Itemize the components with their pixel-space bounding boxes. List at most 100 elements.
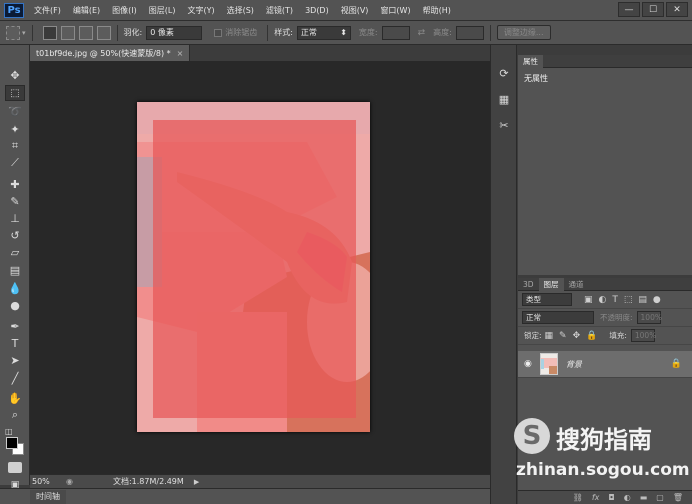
window-controls: — ☐ ✕ — [618, 2, 688, 17]
eraser-tool-icon[interactable]: ▱ — [5, 244, 25, 260]
pixel-filter-icon[interactable]: ▣ — [584, 295, 593, 305]
tools-presets-icon[interactable]: ✂ — [494, 115, 514, 135]
blend-mode-select[interactable]: 正常 — [522, 311, 594, 324]
pen-tool-icon[interactable]: ✒ — [5, 318, 25, 334]
new-group-icon[interactable]: ▬ — [640, 493, 648, 502]
minimize-button[interactable]: — — [618, 2, 640, 17]
document-canvas-image[interactable] — [137, 102, 370, 432]
lasso-tool-icon[interactable]: ➰ — [5, 103, 25, 119]
tools-panel: ✥ ⬚ ➰ ✦ ⌗ ⟋ ✚ ✎ ⊥ ↺ ▱ ▤ 💧 ● ✒ T ➤ ╱ ✋ ⌕ … — [0, 45, 30, 485]
layer-lock-row: 锁定: ▦ ✎ ✥ 🔒 填充: 100% — [518, 327, 692, 345]
crop-tool-icon[interactable]: ⌗ — [5, 138, 25, 154]
close-icon[interactable]: × — [177, 49, 184, 58]
watermark-url: zhinan.sogou.com — [516, 460, 690, 480]
menu-3d[interactable]: 3D(D) — [305, 6, 329, 15]
delete-layer-icon[interactable]: 🗑 — [673, 493, 683, 502]
add-to-selection-icon[interactable] — [60, 25, 75, 40]
document-tab-bar: t01bf9de.jpg @ 50%(快速蒙版/8) * × — [30, 45, 490, 61]
timeline-tab[interactable]: 时间轴 — [30, 489, 66, 504]
document-tab[interactable]: t01bf9de.jpg @ 50%(快速蒙版/8) * × — [30, 45, 191, 61]
width-label: 宽度: — [358, 28, 378, 37]
gradient-tool-icon[interactable]: ▤ — [5, 262, 25, 278]
document-tab-title: t01bf9de.jpg @ 50%(快速蒙版/8) * — [36, 48, 171, 58]
path-selection-tool-icon[interactable]: ➤ — [5, 352, 25, 368]
tab-3d[interactable]: 3D — [518, 278, 539, 291]
opacity-input[interactable]: 100% — [636, 311, 662, 324]
type-filter-icon[interactable]: T — [612, 295, 618, 305]
tab-layers[interactable]: 图层 — [538, 278, 564, 291]
tab-properties[interactable]: 属性 — [518, 55, 543, 68]
link-layers-icon[interactable]: ⛓ — [573, 493, 583, 502]
rectangular-marquee-tool-icon[interactable]: ⬚ — [5, 85, 25, 101]
shape-filter-icon[interactable]: ⬚ — [624, 295, 633, 305]
height-label: 高度: — [433, 28, 452, 37]
smart-object-filter-icon[interactable]: ▤ — [638, 295, 647, 305]
status-info-icon[interactable]: ◉ — [66, 477, 73, 486]
lock-transparent-icon[interactable]: ▦ — [545, 331, 554, 341]
fill-input[interactable]: 100% — [630, 329, 656, 342]
lock-image-icon[interactable]: ✎ — [559, 331, 567, 341]
menu-filter[interactable]: 滤镜(T) — [266, 5, 293, 16]
menu-layer[interactable]: 图层(L) — [149, 5, 176, 16]
new-selection-icon[interactable] — [42, 25, 57, 40]
dodge-tool-icon[interactable]: ● — [5, 297, 25, 313]
adjustment-layer-icon[interactable]: ◐ — [624, 493, 631, 502]
layer-row-background[interactable]: ◉ 背景 🔒 — [518, 351, 692, 378]
line-tool-icon[interactable]: ╱ — [5, 370, 25, 386]
close-button[interactable]: ✕ — [666, 2, 688, 17]
menu-view[interactable]: 视图(V) — [341, 5, 369, 16]
layer-style-icon[interactable]: fx — [592, 493, 600, 502]
height-input[interactable] — [455, 25, 484, 40]
new-layer-icon[interactable]: ▢ — [656, 493, 664, 502]
refine-edge-button[interactable]: 调整边缘... — [496, 25, 551, 40]
subtract-from-selection-icon[interactable] — [78, 25, 93, 40]
width-input[interactable] — [381, 25, 410, 40]
adjustment-filter-icon[interactable]: ◐ — [599, 295, 607, 305]
divider — [31, 24, 33, 41]
eyedropper-tool-icon[interactable]: ⟋ — [5, 155, 25, 171]
menu-help[interactable]: 帮助(H) — [423, 5, 451, 16]
clone-stamp-tool-icon[interactable]: ⊥ — [5, 210, 25, 226]
menu-window[interactable]: 窗口(W) — [380, 5, 410, 16]
quick-mask-button[interactable] — [8, 462, 22, 473]
eye-icon[interactable]: ◉ — [524, 359, 532, 369]
menu-type[interactable]: 文字(Y) — [187, 5, 214, 16]
menu-image[interactable]: 图像(I) — [112, 5, 137, 16]
style-select[interactable]: 正常 ⬍ — [296, 25, 351, 40]
zoom-level[interactable]: 50% — [30, 477, 62, 486]
history-brush-tool-icon[interactable]: ↺ — [5, 227, 25, 243]
foreground-color-swatch[interactable] — [6, 437, 18, 449]
add-mask-icon[interactable]: ◘ — [608, 493, 614, 502]
layer-comps-icon[interactable]: ▦ — [494, 89, 514, 109]
divider — [489, 24, 491, 41]
brush-tool-icon[interactable]: ✎ — [5, 193, 25, 209]
history-panel-icon[interactable]: ⟳ — [494, 63, 514, 83]
maximize-button[interactable]: ☐ — [642, 2, 664, 17]
quick-selection-tool-icon[interactable]: ✦ — [5, 121, 25, 137]
move-tool-icon[interactable]: ✥ — [5, 67, 25, 83]
lock-all-icon[interactable]: 🔒 — [586, 331, 597, 341]
menu-file[interactable]: 文件(F) — [34, 5, 61, 16]
layer-thumbnail-image — [540, 354, 557, 374]
chevron-down-icon[interactable]: ▾ — [22, 29, 26, 37]
feather-label: 羽化: — [123, 28, 143, 37]
lock-icon: 🔒 — [670, 359, 682, 369]
swap-icon[interactable]: ⇄ — [418, 28, 426, 38]
layer-filter-select[interactable]: 类型 — [522, 293, 572, 306]
layer-thumbnail — [539, 353, 558, 375]
tab-channels[interactable]: 通道 — [564, 278, 589, 291]
menu-select[interactable]: 选择(S) — [227, 5, 254, 16]
feather-input[interactable]: 0 像素 — [146, 25, 203, 40]
antialias-checkbox[interactable] — [214, 28, 223, 37]
filter-toggle-icon[interactable]: ● — [653, 295, 661, 305]
lock-position-icon[interactable]: ✥ — [573, 331, 581, 341]
status-menu-arrow-icon[interactable]: ▶ — [194, 478, 199, 486]
menu-edit[interactable]: 编辑(E) — [73, 5, 100, 16]
hand-tool-icon[interactable]: ✋ — [5, 390, 25, 406]
marquee-tool-preset-icon[interactable] — [6, 25, 20, 40]
intersect-selection-icon[interactable] — [96, 25, 111, 40]
zoom-tool-icon[interactable]: ⌕ — [5, 407, 25, 423]
type-tool-icon[interactable]: T — [5, 335, 25, 351]
blur-tool-icon[interactable]: 💧 — [5, 280, 25, 296]
healing-brush-tool-icon[interactable]: ✚ — [5, 176, 25, 192]
